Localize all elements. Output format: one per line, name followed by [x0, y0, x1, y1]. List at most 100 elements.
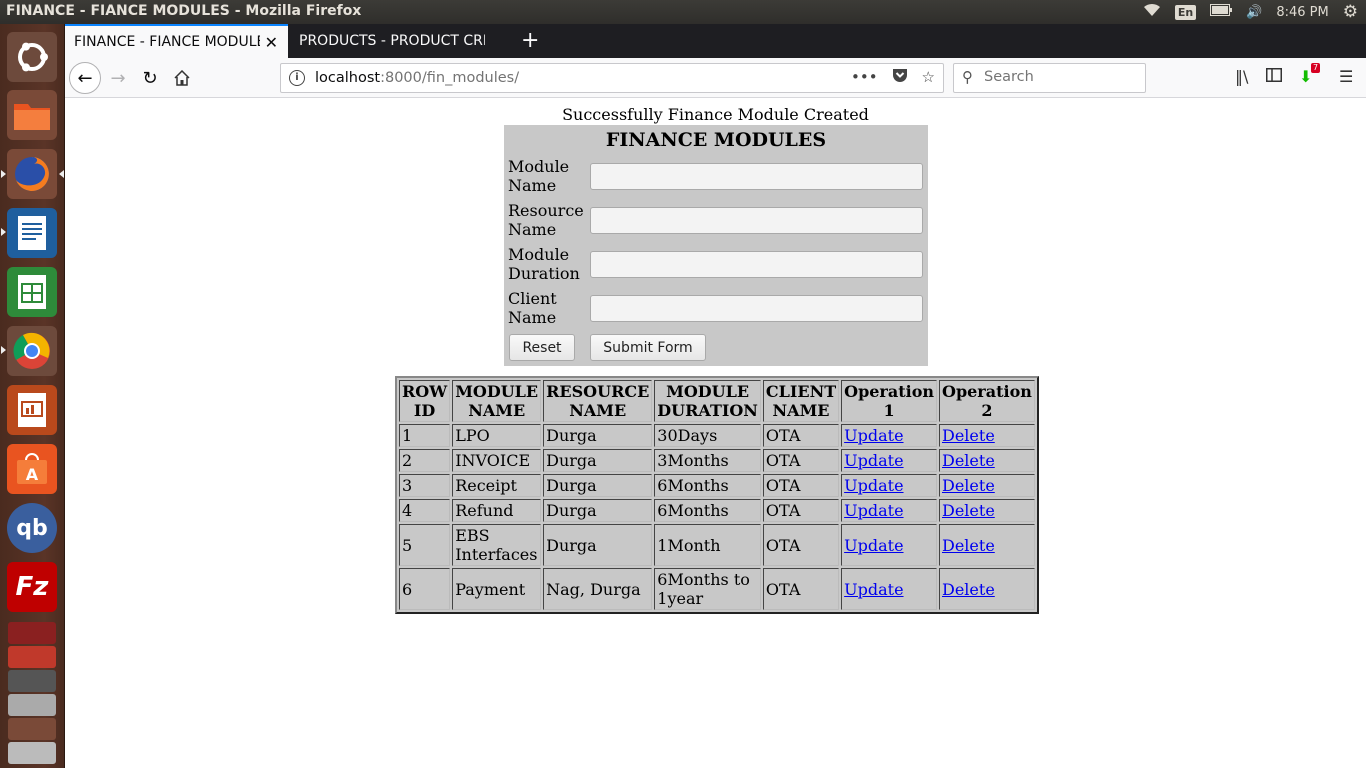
browser-tab-bar: FINANCE - FIANCE MODULE ✕ PRODUCTS - PRO…: [65, 24, 1366, 58]
cell-resource-name: Durga: [543, 474, 653, 497]
search-bar[interactable]: ⚲: [953, 63, 1146, 93]
module-duration-input[interactable]: [590, 251, 923, 278]
url-bar[interactable]: i localhost:8000/fin_modules/ ••• ☆: [280, 63, 944, 93]
volume-icon[interactable]: 🔊: [1246, 5, 1262, 20]
cell-operation-1: Update: [841, 474, 937, 497]
search-icon: ⚲: [962, 68, 973, 86]
hamburger-menu-icon[interactable]: ☰: [1339, 67, 1353, 86]
cell-client-name: OTA: [762, 499, 840, 522]
column-header-module-duration: MODULE DURATION: [654, 380, 761, 422]
table-row: 3 Receipt Durga 6Months OTA Update Delete: [399, 474, 1035, 497]
cell-module-name: LPO: [452, 424, 542, 447]
delete-link[interactable]: Delete: [942, 536, 995, 555]
cell-operation-2: Delete: [939, 499, 1035, 522]
submit-form-button[interactable]: Submit Form: [590, 334, 706, 361]
tab-label: FINANCE - FIANCE MODULE: [74, 34, 260, 50]
close-tab-icon[interactable]: ✕: [265, 33, 278, 52]
reset-button[interactable]: Reset: [509, 334, 575, 361]
cell-client-name: OTA: [762, 524, 840, 566]
delete-link[interactable]: Delete: [942, 501, 995, 520]
cell-operation-1: Update: [841, 424, 937, 447]
software-center-icon[interactable]: A: [7, 444, 57, 494]
update-link[interactable]: Update: [844, 536, 903, 555]
home-button[interactable]: [167, 64, 197, 92]
client-name-input[interactable]: [590, 295, 923, 322]
module-name-input[interactable]: [590, 163, 923, 190]
clock[interactable]: 8:46 PM: [1276, 5, 1328, 20]
reload-button[interactable]: ↻: [135, 64, 165, 92]
finance-modules-table: ROW ID MODULE NAME RESOURCE NAME MODULE DURA…: [395, 376, 1039, 614]
cell-module-duration: 6Months to 1year: [654, 568, 761, 610]
delete-link[interactable]: Delete: [942, 451, 995, 470]
cell-resource-name: Durga: [543, 524, 653, 566]
system-tray: En 🔊 8:46 PM ⚙: [1143, 2, 1358, 22]
forward-button[interactable]: →: [103, 64, 133, 92]
update-link[interactable]: Update: [844, 451, 903, 470]
libreoffice-writer-icon[interactable]: [7, 208, 57, 258]
resource-name-label: Resource Name: [508, 201, 584, 239]
pocket-icon[interactable]: [892, 68, 908, 87]
cell-row-id: 2: [399, 449, 451, 472]
client-name-label: Client Name: [508, 289, 557, 327]
wifi-icon[interactable]: [1143, 3, 1161, 21]
column-header-row-id: ROW ID: [399, 380, 451, 422]
delete-link[interactable]: Delete: [942, 580, 995, 599]
filezilla-icon[interactable]: Fz: [7, 562, 57, 612]
module-duration-label: Module Duration: [508, 245, 580, 283]
tab-products[interactable]: PRODUCTS - PRODUCT CRE: [290, 24, 513, 58]
gear-icon[interactable]: ⚙: [1343, 2, 1358, 22]
cell-module-duration: 6Months: [654, 499, 761, 522]
update-link[interactable]: Update: [844, 476, 903, 495]
cell-operation-2: Delete: [939, 568, 1035, 610]
cell-module-name: Receipt: [452, 474, 542, 497]
sidebar-icon[interactable]: [1266, 67, 1282, 86]
keyboard-layout-indicator[interactable]: En: [1174, 4, 1197, 20]
ubuntu-dash-icon[interactable]: [7, 32, 57, 82]
battery-icon[interactable]: [1210, 4, 1233, 20]
tab-finance-modules[interactable]: FINANCE - FIANCE MODULE ✕: [65, 24, 288, 58]
update-link[interactable]: Update: [844, 426, 903, 445]
page-actions-icon[interactable]: •••: [851, 68, 878, 87]
success-message: Successfully Finance Module Created: [562, 105, 869, 124]
back-button[interactable]: ←: [69, 62, 101, 94]
delete-link[interactable]: Delete: [942, 426, 995, 445]
resource-name-input[interactable]: [590, 207, 923, 234]
info-icon[interactable]: i: [289, 70, 305, 86]
firefox-running-indicator: [1, 170, 6, 178]
cell-operation-1: Update: [841, 568, 937, 610]
new-tab-plus-icon[interactable]: +: [521, 28, 539, 53]
cell-row-id: 4: [399, 499, 451, 522]
column-header-client-name: CLIENT NAME: [762, 380, 840, 422]
libreoffice-impress-icon[interactable]: [7, 385, 57, 435]
system-top-panel: FINANCE - FIANCE MODULES - Mozilla Firef…: [0, 0, 1366, 24]
files-icon[interactable]: [7, 90, 57, 140]
delete-link[interactable]: Delete: [942, 476, 995, 495]
cell-row-id: 6: [399, 568, 451, 610]
library-icon[interactable]: ‖\: [1235, 67, 1248, 86]
column-header-resource-name: RESOURCE NAME: [543, 380, 653, 422]
qbittorrent-icon[interactable]: qb: [7, 503, 57, 553]
browser-nav-bar: ← → ↻ i localhost:8000/fin_modules/ ••• …: [65, 58, 1366, 98]
search-input[interactable]: [984, 69, 1134, 85]
cell-operation-2: Delete: [939, 449, 1035, 472]
back-arrow-icon: ←: [77, 67, 93, 89]
finance-module-form: FINANCE MODULES Module Name Resource Name …: [504, 125, 928, 366]
column-header-operation-1: Operation 1: [841, 380, 937, 422]
update-link[interactable]: Update: [844, 580, 903, 599]
bookmark-star-icon[interactable]: ☆: [922, 68, 935, 87]
stacked-apps-icon[interactable]: [7, 618, 57, 768]
libreoffice-calc-icon[interactable]: [7, 267, 57, 317]
cell-resource-name: Durga: [543, 424, 653, 447]
svg-text:A: A: [26, 465, 39, 484]
cell-module-duration: 30Days: [654, 424, 761, 447]
firefox-icon[interactable]: [7, 149, 57, 199]
cell-row-id: 5: [399, 524, 451, 566]
url-text[interactable]: localhost:8000/fin_modules/: [315, 70, 519, 86]
cell-row-id: 3: [399, 474, 451, 497]
cell-client-name: OTA: [762, 424, 840, 447]
table-body: 1 LPO Durga 30Days OTA Update Delete 2 INVOICE Du…: [399, 424, 1035, 610]
cell-resource-name: Durga: [543, 499, 653, 522]
update-link[interactable]: Update: [844, 501, 903, 520]
chrome-icon[interactable]: [7, 326, 57, 376]
table-row: 5 EBS Interfaces Durga 1Month OTA Update Delete: [399, 524, 1035, 566]
